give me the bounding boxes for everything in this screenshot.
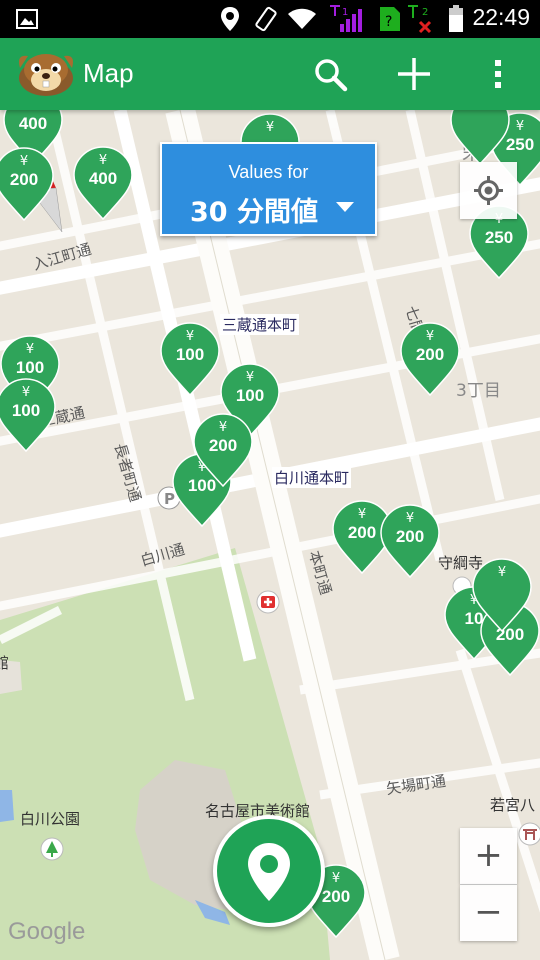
price-marker[interactable]: ¥: [472, 557, 532, 633]
price-marker[interactable]: ¥200: [193, 412, 253, 488]
shrine-icon[interactable]: [518, 822, 540, 846]
price-value: 200: [395, 527, 425, 546]
add-icon[interactable]: [392, 52, 436, 96]
price-value: 200: [208, 436, 238, 455]
caret-down-icon: [336, 202, 354, 212]
battery-icon: [449, 5, 463, 32]
yen-symbol: ¥: [19, 154, 29, 169]
street-label: 白川通本町: [272, 467, 352, 488]
price-value: 100: [15, 358, 45, 377]
status-bar: 1 ? 2 22:49: [0, 0, 540, 38]
hospital-icon[interactable]: [256, 590, 280, 614]
add-parking-fab[interactable]: [213, 815, 325, 927]
street-label: 三蔵通本町: [220, 314, 300, 335]
svg-text:1: 1: [342, 7, 348, 18]
search-icon[interactable]: [308, 52, 352, 96]
zoom-out-button[interactable]: −: [460, 885, 517, 941]
values-for-button[interactable]: Values for 30 分間値: [160, 142, 377, 236]
sim-unknown-icon: ?: [380, 7, 400, 31]
app-title: Map: [83, 58, 134, 88]
yen-symbol: ¥: [98, 153, 108, 168]
map-pin-icon: [248, 843, 290, 901]
location-icon: [221, 7, 239, 31]
yen-symbol: ¥: [265, 120, 275, 135]
price-marker[interactable]: ¥200: [400, 321, 460, 397]
price-value: 250: [484, 228, 514, 247]
interval-label: 30 分間値: [190, 197, 318, 228]
yen-symbol: ¥: [21, 385, 31, 400]
street-label: 若宮八: [490, 796, 536, 814]
more-icon[interactable]: [476, 52, 520, 96]
price-marker[interactable]: ¥100: [0, 377, 56, 453]
app-bar: Map: [0, 38, 540, 110]
svg-text:2: 2: [422, 7, 428, 18]
price-marker[interactable]: ¥100: [160, 321, 220, 397]
price-marker[interactable]: ¥200: [380, 503, 440, 579]
my-location-button[interactable]: [460, 162, 517, 219]
values-for-label: Values for: [228, 162, 309, 182]
price-value: 200: [9, 170, 39, 189]
wifi-icon: [288, 8, 316, 29]
price-value: 100: [235, 386, 265, 405]
price-value: 400: [18, 114, 48, 133]
yen-symbol: ¥: [25, 342, 35, 357]
yen-symbol: ¥: [497, 565, 507, 580]
zoom-in-button[interactable]: +: [460, 828, 517, 884]
price-value: 100: [175, 345, 205, 364]
yen-symbol: ¥: [218, 420, 228, 435]
price-value: 100: [11, 401, 41, 420]
svg-text:?: ?: [385, 14, 392, 30]
signal-2-icon: 2: [408, 5, 432, 34]
yen-symbol: ¥: [425, 329, 435, 344]
price-marker[interactable]: ¥400: [73, 145, 133, 221]
rotate-icon: [255, 6, 277, 32]
street-label: 館: [0, 654, 10, 672]
clock: 22:49: [472, 4, 530, 30]
my-location-icon: [474, 176, 503, 205]
street-label: 3丁目: [456, 381, 501, 401]
price-value: 200: [415, 345, 445, 364]
signal-1-icon: 1: [330, 5, 362, 32]
price-marker[interactable]: ¥200: [0, 146, 54, 222]
park-tree-icon[interactable]: [40, 837, 64, 861]
price-value: 400: [88, 169, 118, 188]
image-icon: [16, 9, 38, 29]
park-label: 白川公園: [20, 810, 81, 828]
yen-symbol: ¥: [245, 370, 255, 385]
yen-symbol: ¥: [185, 329, 195, 344]
app-logo-icon: [19, 54, 73, 96]
google-attribution: Google: [8, 918, 86, 945]
yen-symbol: ¥: [405, 511, 415, 526]
